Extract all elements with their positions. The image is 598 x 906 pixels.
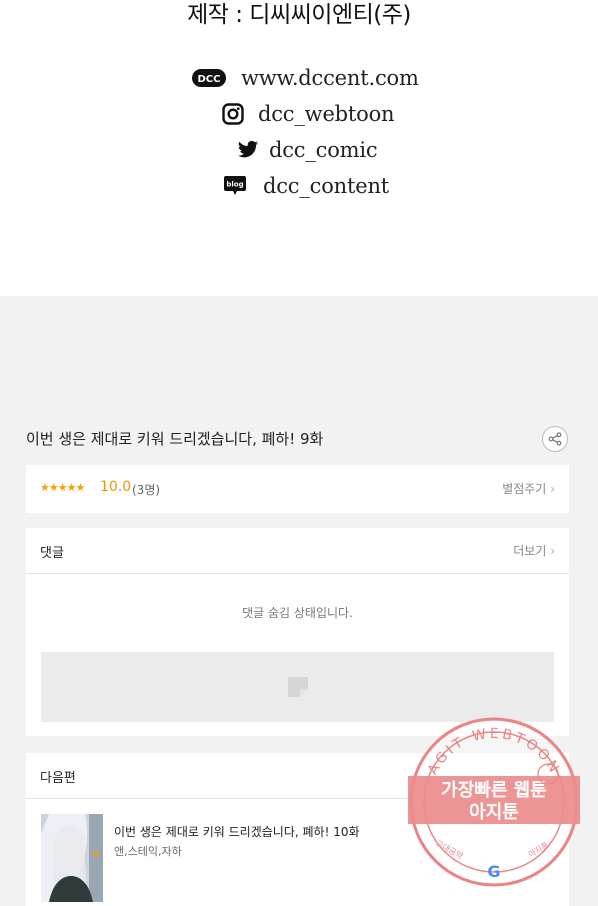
rate-button[interactable]: 별점주기 ›: [502, 480, 555, 497]
comments-card: 댓글 더보기 › 댓글 숨김 상태입니다.: [26, 528, 569, 736]
next-episode-thumbnail: [41, 814, 103, 902]
rate-label: 별점주기: [502, 482, 547, 496]
production-credit: 제작 : 디씨씨이엔티(주): [187, 2, 411, 28]
svg-text:blog: blog: [226, 181, 243, 189]
rating-count: (3명): [132, 483, 161, 497]
episode-title: 이번 생은 제대로 키워 드리겠습니다, 폐하! 9화: [26, 430, 324, 448]
website-row[interactable]: DCC www.dccent.com: [191, 63, 419, 93]
rating-score: 10.0: [100, 479, 132, 495]
chevron-right-icon: ›: [550, 544, 555, 558]
instagram-row[interactable]: dcc_webtoon: [222, 99, 395, 129]
website-link[interactable]: www.dccent.com: [241, 66, 419, 90]
twitter-row[interactable]: dcc_comic: [237, 135, 378, 165]
share-button[interactable]: [542, 426, 568, 452]
more-label: 더보기: [513, 544, 547, 558]
svg-text:DCC: DCC: [198, 74, 221, 85]
blog-icon: blog: [223, 175, 247, 197]
next-episode-title: 이번 생은 제대로 키워 드리겠습니다, 폐하! 10화: [114, 825, 360, 839]
comments-label: 댓글: [40, 546, 64, 561]
blog-row[interactable]: blog dcc_content: [223, 171, 389, 201]
instagram-handle[interactable]: dcc_webtoon: [258, 102, 395, 126]
next-label: 다음편: [40, 771, 76, 786]
next-episode-card: 다음편 이번 생은 제대로 키워 드리겠습니다, 폐하! 10화 앤,스테익,자…: [26, 753, 569, 906]
comments-more-button[interactable]: 더보기 ›: [513, 542, 555, 559]
comments-hidden-message: 댓글 숨김 상태입니다.: [242, 606, 353, 620]
next-header: 다음편: [26, 753, 569, 799]
image-placeholder-icon: [287, 677, 308, 697]
credits-section: 제작 : 디씨씨이엔티(주) DCC www.dccent.com dcc_we…: [0, 0, 598, 296]
rating-stars: ★★★★★: [40, 481, 85, 494]
comments-header: 댓글 더보기 ›: [26, 528, 569, 574]
rating-card: ★★★★★ 10.0 (3명) 별점주기 ›: [26, 465, 569, 513]
next-episode-item[interactable]: 이번 생은 제대로 키워 드리겠습니다, 폐하! 10화 앤,스테익,자하: [26, 799, 569, 906]
dcc-logo-icon: DCC: [191, 68, 227, 88]
chevron-right-icon: ›: [550, 482, 555, 496]
next-episode-authors: 앤,스테익,자하: [114, 845, 182, 858]
share-icon: [548, 432, 562, 446]
instagram-icon: [222, 103, 244, 125]
twitter-handle[interactable]: dcc_comic: [269, 138, 378, 162]
ad-placeholder[interactable]: [41, 652, 554, 722]
twitter-icon: [237, 140, 259, 160]
blog-handle[interactable]: dcc_content: [263, 174, 389, 198]
